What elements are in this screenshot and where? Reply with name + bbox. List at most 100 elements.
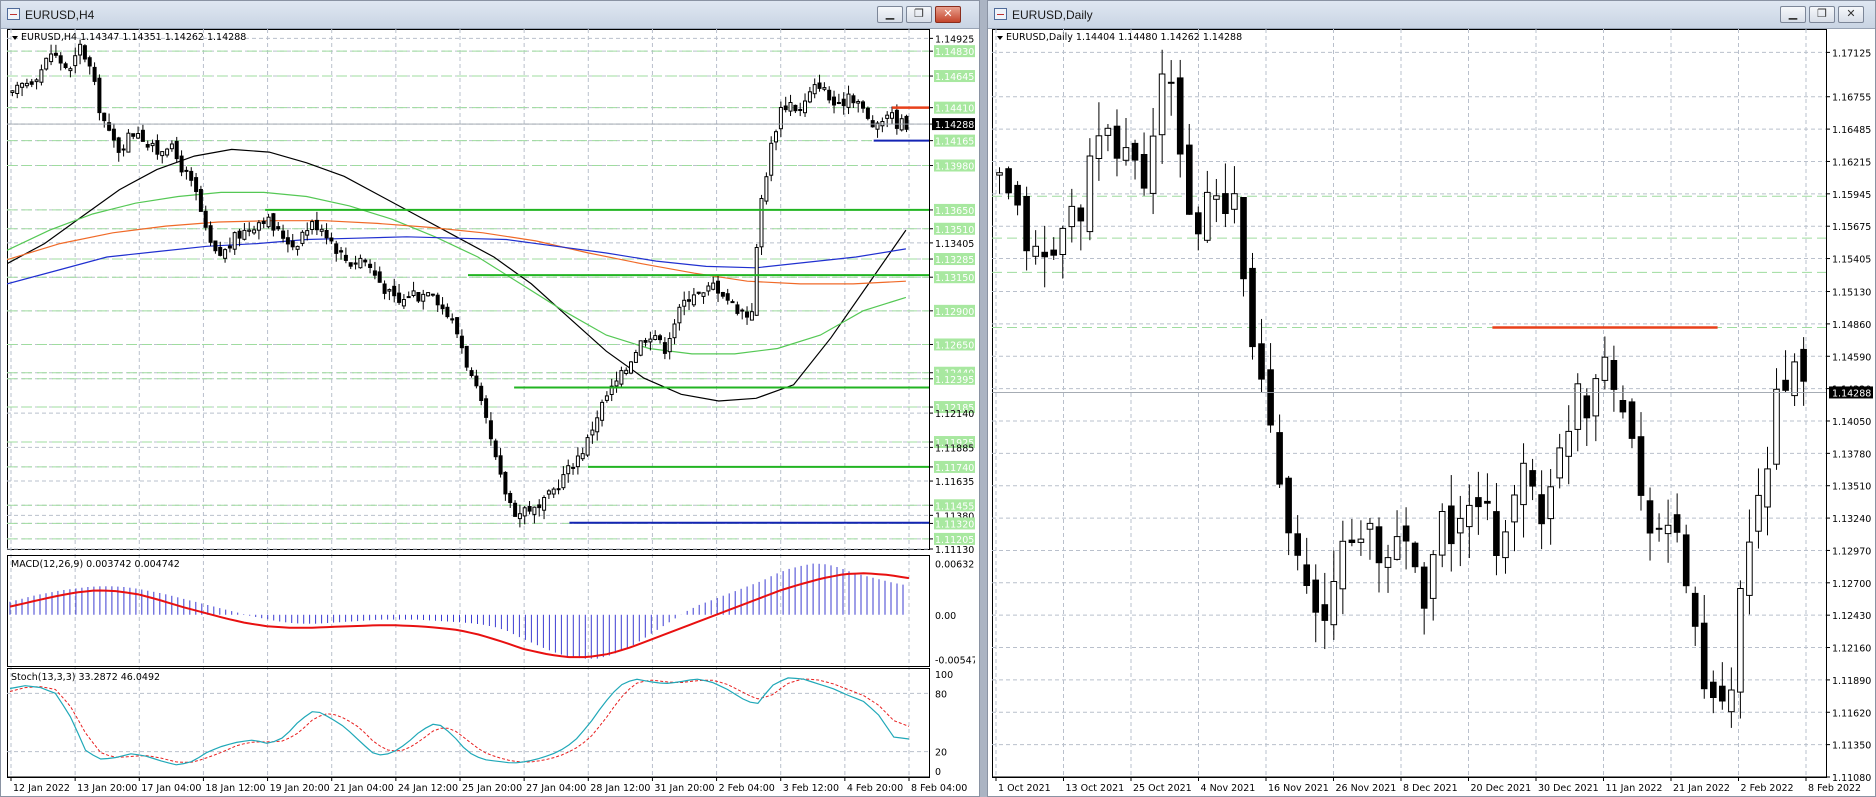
- candle-body: [629, 361, 633, 374]
- candle: [1682, 524, 1690, 594]
- maximize-button[interactable]: ❐: [906, 6, 932, 23]
- candle-body: [1095, 135, 1103, 160]
- candle-body: [653, 335, 658, 341]
- candle-body: [203, 210, 208, 228]
- candle-body: [851, 95, 856, 104]
- candle-body: [880, 121, 885, 127]
- candle-body: [735, 304, 740, 314]
- candle-body: [435, 294, 440, 306]
- chart-canvas-h4[interactable]: 1.14925 1.14830 1.14645 1.14410 1.14288 1.141…: [7, 29, 975, 795]
- close-icon: ✕: [1846, 7, 1856, 20]
- candle: [585, 434, 590, 457]
- y-axis-tick-label: 1.14830: [935, 47, 974, 58]
- candle-body: [10, 90, 15, 93]
- y-axis-tick-label: 1.16215: [1832, 157, 1871, 168]
- x-axis-tick-label: 31 Jan 20:00: [654, 783, 714, 794]
- candle-body: [1267, 369, 1274, 426]
- candle-body: [401, 299, 406, 307]
- title-bar-h4[interactable]: EURUSD,H4 ▁ ❐ ✕: [1, 1, 979, 29]
- candle-body: [749, 311, 754, 321]
- candle-body: [116, 137, 121, 153]
- candle: [44, 57, 49, 71]
- y-axis-tick-label: 1.12140: [935, 409, 974, 420]
- candle-body: [1032, 245, 1040, 257]
- candle: [629, 360, 633, 375]
- candle-body: [131, 133, 136, 137]
- candle-body: [522, 507, 527, 517]
- candle-body: [513, 502, 518, 517]
- chart-window-daily[interactable]: EURUSD,Daily ▁ ❐ ✕ 1.17125 1.16755 1.16485…: [987, 0, 1876, 797]
- candle-body: [745, 311, 749, 318]
- chart-area-h4[interactable]: 1.14925 1.14830 1.14645 1.14410 1.14288 1.141…: [7, 29, 975, 795]
- candle-body: [865, 107, 870, 119]
- candle-body: [319, 228, 324, 232]
- candle-body: [276, 226, 281, 230]
- candle-body: [624, 369, 629, 374]
- candle: [764, 172, 769, 205]
- candle-body: [575, 455, 580, 468]
- candle: [1249, 252, 1256, 360]
- candle-body: [503, 471, 508, 495]
- minimize-icon: ▁: [1788, 7, 1798, 20]
- x-axis-tick-label: 25 Oct 2021: [1133, 783, 1192, 794]
- maximize-button[interactable]: ❐: [1809, 6, 1835, 23]
- candle-body: [566, 465, 571, 475]
- candle-body: [730, 301, 735, 304]
- candle-body: [667, 338, 672, 353]
- candle-body: [1438, 511, 1446, 556]
- candle-body: [1411, 542, 1419, 568]
- close-button[interactable]: ✕: [1838, 6, 1864, 23]
- candle-body: [527, 506, 532, 512]
- y-axis-tick-label: 1.14590: [1832, 352, 1871, 363]
- chart-canvas-daily[interactable]: 1.17125 1.16755 1.16485 1.16215 1.15945 1.156…: [992, 29, 1873, 795]
- y-axis-tick-label: 1.13510: [1832, 482, 1871, 493]
- y-axis-tick-label: 1.11635: [935, 477, 974, 488]
- minimize-button[interactable]: ▁: [877, 6, 903, 23]
- candle-body: [406, 296, 411, 299]
- chart-window-h4[interactable]: EURUSD,H4 ▁ ❐ ✕ 1.14925 1.14830 1.14645 1.1…: [0, 0, 980, 797]
- candle-body: [464, 345, 469, 368]
- y-axis-tick-label: 1.14645: [935, 72, 974, 83]
- candle-body: [324, 230, 329, 239]
- y-axis-tick-label: 1.13650: [935, 206, 974, 217]
- minimize-icon: ▁: [885, 7, 895, 20]
- candle-body: [484, 398, 489, 418]
- y-axis-tick-label: 1.12160: [1832, 644, 1871, 655]
- x-axis-tick-label: 27 Jan 04:00: [526, 783, 586, 794]
- candle-body: [1547, 486, 1555, 520]
- candle-body: [1700, 622, 1708, 690]
- close-button[interactable]: ✕: [935, 6, 961, 23]
- y-axis-tick-label: 1.15675: [1832, 222, 1871, 233]
- candle: [904, 114, 909, 133]
- candle-body: [1520, 462, 1527, 506]
- x-axis-tick-label: 20 Dec 2021: [1471, 783, 1532, 794]
- title-bar-daily[interactable]: EURUSD,Daily ▁ ❐ ✕: [988, 1, 1875, 29]
- candle-body: [1628, 401, 1636, 439]
- candle-body: [711, 282, 716, 290]
- candle-body: [1285, 477, 1292, 534]
- candle-body: [1719, 685, 1726, 702]
- candle-body: [633, 352, 638, 363]
- y-axis-tick-label: 1.15130: [1832, 288, 1871, 299]
- candle-body: [595, 417, 600, 433]
- candle-body: [1420, 566, 1428, 609]
- candle-body: [334, 243, 339, 254]
- current-price-label: 1.14288: [935, 120, 974, 131]
- candle-body: [1294, 533, 1301, 556]
- candle-body: [300, 231, 305, 244]
- minimize-button[interactable]: ▁: [1780, 6, 1806, 23]
- candle-body: [266, 216, 271, 228]
- candle-body: [817, 82, 822, 89]
- candle-body: [1357, 538, 1365, 543]
- candle-body: [305, 230, 310, 236]
- chart-area-daily[interactable]: 1.17125 1.16755 1.16485 1.16215 1.15945 1.156…: [992, 29, 1873, 795]
- candle-body: [585, 437, 590, 456]
- candle-body: [92, 66, 97, 82]
- candle-body: [194, 177, 199, 193]
- candle-body: [310, 221, 315, 231]
- candle-body: [706, 285, 711, 292]
- candle-body: [44, 57, 49, 70]
- candle: [300, 230, 305, 247]
- candle-body: [803, 100, 807, 114]
- candle-body: [832, 96, 836, 106]
